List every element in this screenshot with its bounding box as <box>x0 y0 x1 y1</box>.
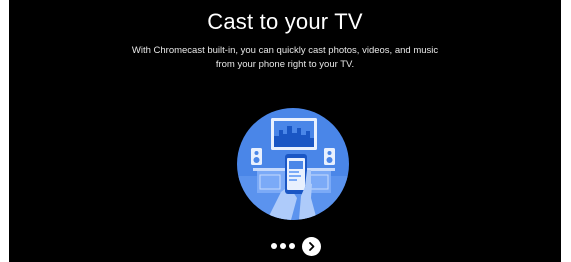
page-indicator <box>271 235 321 257</box>
subtitle-line-1: With Chromecast built-in, you can quickl… <box>131 45 439 56</box>
page-subtitle: With Chromecast built-in, you can quickl… <box>89 44 481 72</box>
chevron-right-icon <box>309 241 315 251</box>
app-window: Cast to your TV With Chromecast built-in… <box>0 0 571 262</box>
subtitle-line-2: from your phone right to your TV. <box>215 59 355 70</box>
illustration-svg <box>237 108 349 220</box>
next-button[interactable] <box>302 236 321 256</box>
right-speaker-icon <box>324 148 335 165</box>
cast-to-tv-illustration <box>237 108 349 220</box>
tv-icon <box>271 118 317 150</box>
onboarding-screen: Cast to your TV With Chromecast built-in… <box>9 0 561 262</box>
page-dot <box>280 243 286 249</box>
page-dot <box>271 243 277 249</box>
left-speaker-icon <box>251 148 262 165</box>
page-title: Cast to your TV <box>207 9 363 34</box>
page-dot <box>289 243 295 249</box>
